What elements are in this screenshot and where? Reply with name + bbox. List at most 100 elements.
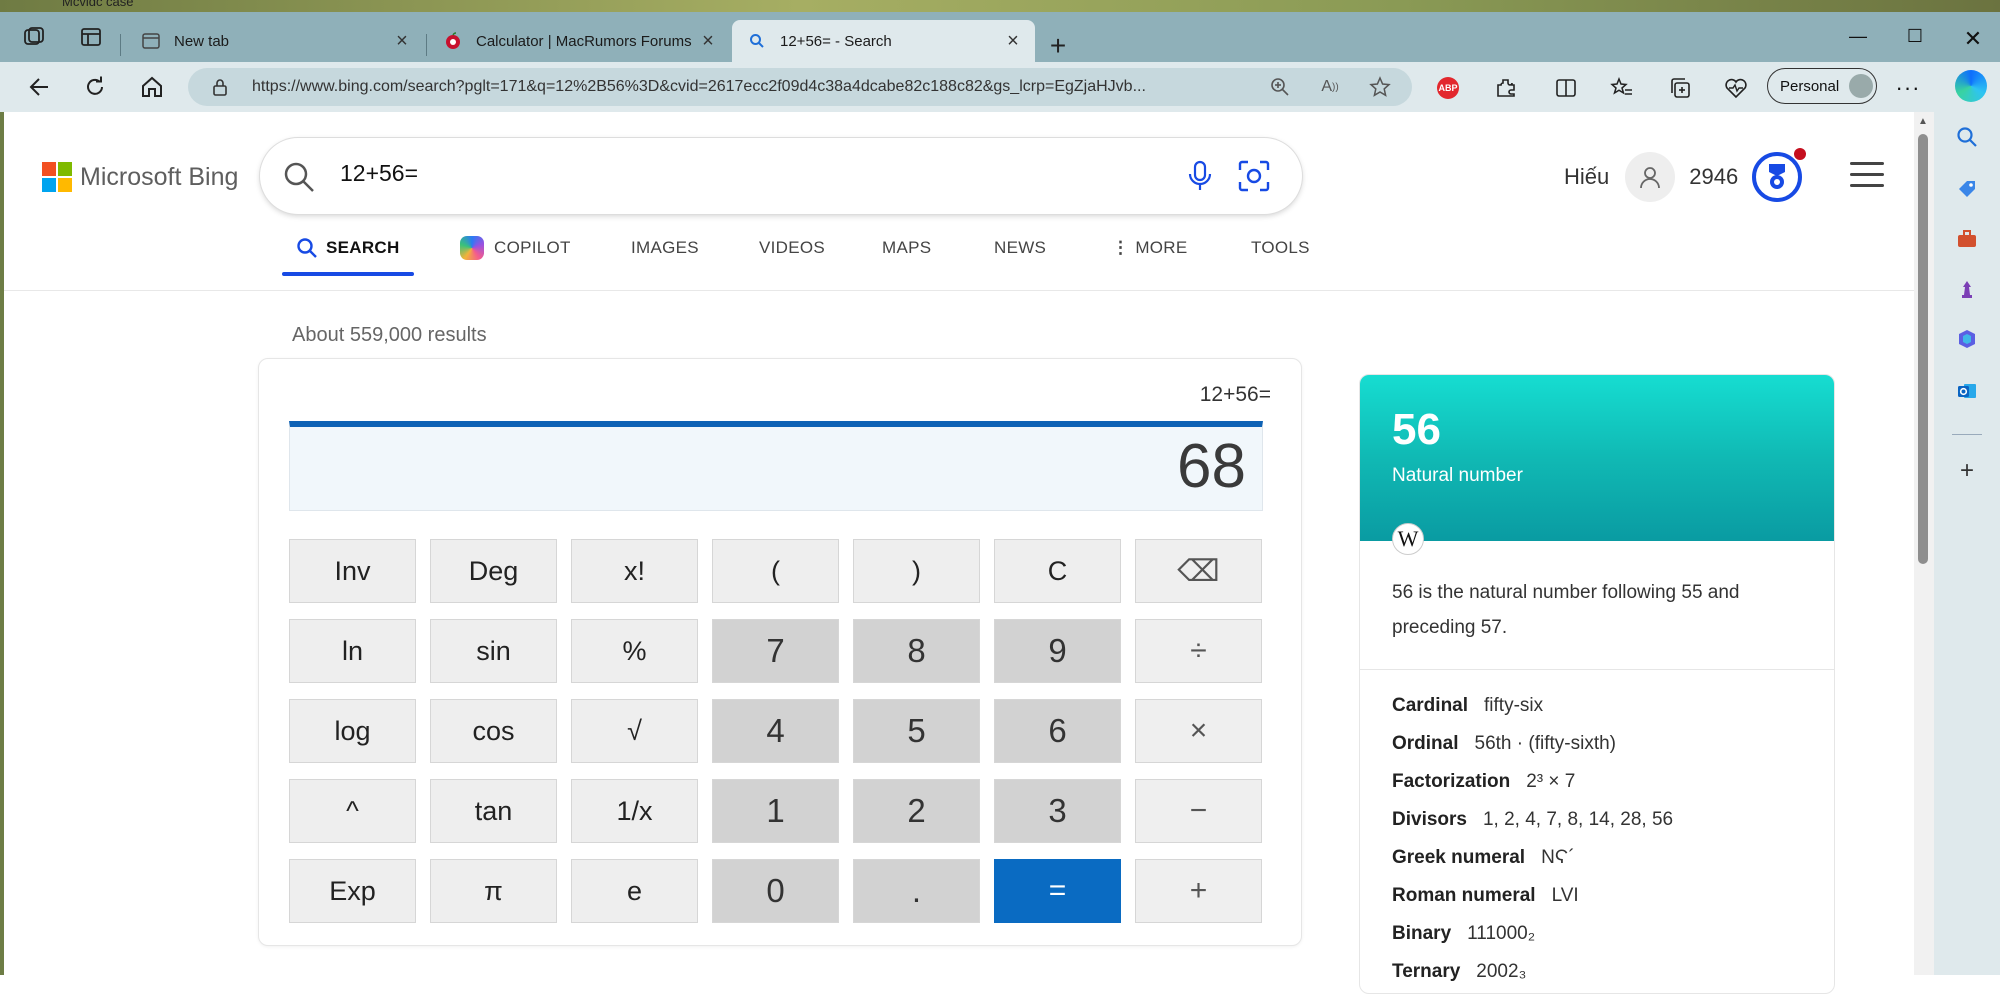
calc-key-equals[interactable]: = — [994, 859, 1121, 923]
url-field[interactable]: https://www.bing.com/search?pglt=171&q=1… — [188, 68, 1412, 106]
scrollbar-thumb[interactable] — [1918, 134, 1928, 564]
calc-key-digit-9[interactable]: 9 — [994, 619, 1121, 683]
maximize-icon[interactable]: ☐ — [1895, 26, 1935, 56]
calc-key-digit-1[interactable]: 1 — [712, 779, 839, 843]
scroll-up-icon[interactable]: ▲ — [1918, 116, 1928, 127]
tab-new-tab[interactable]: New tab × — [126, 20, 424, 62]
tab-videos[interactable]: VIDEOS — [759, 230, 825, 266]
calc-key-close-paren[interactable]: ) — [853, 539, 980, 603]
calc-key-percent[interactable]: % — [571, 619, 698, 683]
sidebar-outlook-icon[interactable] — [1954, 378, 1980, 404]
read-aloud-icon[interactable]: A)) — [1318, 76, 1342, 98]
calc-key-ln[interactable]: ln — [289, 619, 416, 683]
microphone-icon[interactable] — [1184, 158, 1216, 194]
calc-key-multiply[interactable]: × — [1135, 699, 1262, 763]
calc-key-clear[interactable]: C — [994, 539, 1121, 603]
minimize-icon[interactable]: — — [1838, 26, 1878, 56]
calc-key-sqrt[interactable]: √ — [571, 699, 698, 763]
search-input[interactable]: 12+56= — [340, 160, 418, 187]
fact-row: Cardinal fifty-six — [1392, 695, 1673, 733]
site-info-icon[interactable] — [212, 78, 228, 96]
calc-key-e[interactable]: e — [571, 859, 698, 923]
calc-key-backspace[interactable]: ⌫ — [1135, 539, 1262, 603]
calc-key-minus[interactable]: − — [1135, 779, 1262, 843]
visual-search-icon[interactable] — [1236, 158, 1272, 194]
fact-row: Roman numeral LVI — [1392, 885, 1673, 923]
favorite-star-icon[interactable] — [1368, 76, 1392, 98]
page-scrollbar[interactable]: ▲ — [1914, 112, 1934, 975]
tab-more[interactable]: ⋮ MORE — [1112, 230, 1188, 266]
sidebar-games-icon[interactable] — [1954, 276, 1980, 302]
user-avatar-icon[interactable] — [1625, 152, 1676, 202]
close-tab-icon[interactable]: × — [698, 30, 718, 53]
search-icon[interactable] — [282, 160, 316, 194]
calc-key-digit-4[interactable]: 4 — [712, 699, 839, 763]
copilot-sidebar-icon[interactable] — [1955, 70, 1987, 102]
zoom-icon[interactable] — [1268, 76, 1292, 98]
calculator-widget: 12+56= 68 Inv Deg x!() C ⌫ ln sin% 7 8 9 ÷ log cos √ 4… — [258, 358, 1302, 946]
tab-news[interactable]: NEWS — [994, 230, 1046, 266]
tab-bing-search[interactable]: 12+56= - Search × — [732, 20, 1035, 62]
calc-key-power[interactable]: ^ — [289, 779, 416, 843]
calc-key-digit-2[interactable]: 2 — [853, 779, 980, 843]
refresh-icon[interactable] — [78, 72, 112, 102]
profile-label: Personal — [1780, 77, 1840, 95]
close-tab-icon[interactable]: × — [1003, 30, 1023, 53]
calc-key-deg[interactable]: Deg — [430, 539, 557, 603]
tab-images[interactable]: IMAGES — [631, 230, 699, 266]
sidebar-microsoft365-icon[interactable] — [1954, 326, 1980, 352]
home-icon[interactable] — [135, 72, 169, 102]
workspaces-icon[interactable] — [22, 26, 48, 48]
calc-key-digit-0[interactable]: 0 — [712, 859, 839, 923]
calc-key-tan[interactable]: tan — [430, 779, 557, 843]
calc-key-digit-5[interactable]: 5 — [853, 699, 980, 763]
tab-tools[interactable]: TOOLS — [1251, 230, 1310, 266]
split-screen-icon[interactable] — [1552, 74, 1580, 102]
calc-key-pi[interactable]: π — [430, 859, 557, 923]
tab-videos-label: VIDEOS — [759, 238, 826, 257]
back-icon[interactable] — [22, 72, 56, 102]
tab-actions-icon[interactable] — [78, 26, 104, 48]
new-tab-button[interactable]: + — [1043, 32, 1073, 62]
rewards-points[interactable]: 2946 — [1689, 164, 1738, 190]
calc-key-digit-3[interactable]: 3 — [994, 779, 1121, 843]
tab-search[interactable]: SEARCH — [282, 230, 414, 276]
tab-maps[interactable]: MAPS — [882, 230, 931, 266]
hamburger-menu-icon[interactable] — [1850, 162, 1884, 188]
calc-key-exp[interactable]: Exp — [289, 859, 416, 923]
calc-key-reciprocal[interactable]: 1/x — [571, 779, 698, 843]
calc-key-divide[interactable]: ÷ — [1135, 619, 1262, 683]
wikipedia-icon[interactable]: W — [1392, 523, 1424, 555]
sidebar-shopping-tag-icon[interactable] — [1954, 176, 1980, 202]
collections-icon[interactable] — [1666, 74, 1694, 102]
calc-key-digit-8[interactable]: 8 — [853, 619, 980, 683]
tab-copilot[interactable]: COPILOT — [460, 230, 571, 266]
browser-essentials-icon[interactable] — [1722, 74, 1750, 102]
close-tab-icon[interactable]: × — [392, 30, 412, 53]
close-window-icon[interactable]: ✕ — [1953, 26, 1993, 56]
search-box[interactable]: 12+56= — [260, 138, 1302, 214]
calc-key-factorial[interactable]: x! — [571, 539, 698, 603]
calc-key-log[interactable]: log — [289, 699, 416, 763]
user-name[interactable]: Hiếu — [1564, 164, 1609, 190]
calc-key-decimal[interactable]: . — [853, 859, 980, 923]
favorites-icon[interactable] — [1608, 74, 1636, 102]
sidebar-add-icon[interactable]: + — [1954, 457, 1980, 484]
calc-key-cos[interactable]: cos — [430, 699, 557, 763]
sidebar-search-icon[interactable] — [1954, 124, 1980, 150]
rewards-medal-icon[interactable] — [1752, 148, 1807, 202]
profile-button[interactable]: Personal — [1767, 68, 1877, 104]
extensions-icon[interactable] — [1492, 74, 1520, 102]
sidebar-tools-icon[interactable] — [1954, 226, 1980, 252]
more-options-icon[interactable]: ··· — [1894, 74, 1922, 102]
adblock-plus-icon[interactable]: ABP — [1434, 74, 1462, 102]
desktop-background: Mcvidc case — [0, 0, 2000, 12]
calc-key-digit-7[interactable]: 7 — [712, 619, 839, 683]
bing-logo[interactable]: Microsoft Bing — [42, 162, 238, 192]
tab-macrumors[interactable]: Calculator | MacRumors Forums × — [428, 20, 730, 62]
calc-key-open-paren[interactable]: ( — [712, 539, 839, 603]
calc-key-plus[interactable]: + — [1135, 859, 1262, 923]
calc-key-digit-6[interactable]: 6 — [994, 699, 1121, 763]
calc-key-sin[interactable]: sin — [430, 619, 557, 683]
calc-key-inv[interactable]: Inv — [289, 539, 416, 603]
